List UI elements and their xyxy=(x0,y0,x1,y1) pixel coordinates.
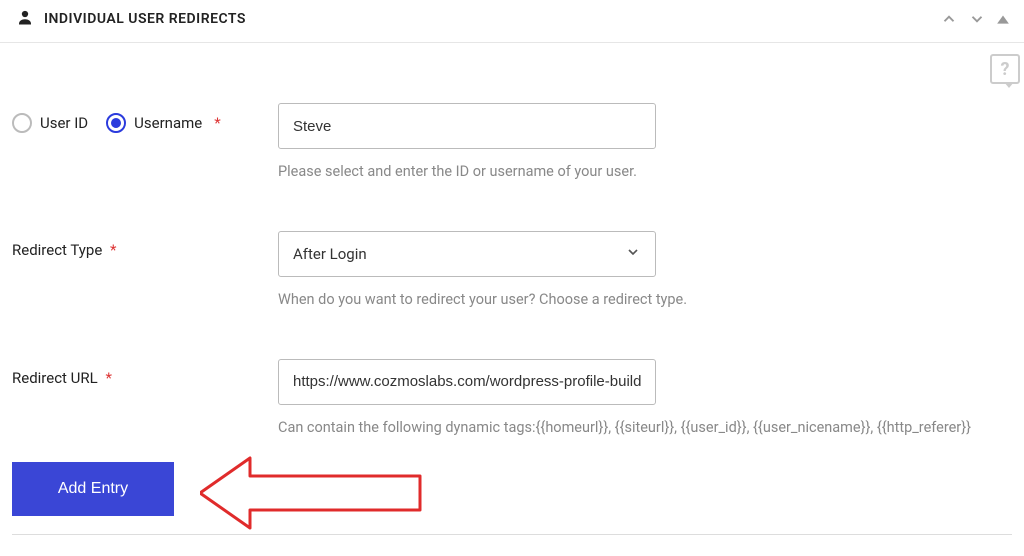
redirect-url-label: Redirect URL xyxy=(12,369,98,387)
panel-title: INDIVIDUAL USER REDIRECTS xyxy=(44,11,246,27)
panel-title-wrap: INDIVIDUAL USER REDIRECTS xyxy=(16,8,246,30)
redirect-type-label: Redirect Type xyxy=(12,241,102,259)
help-tooltip-button[interactable]: ? xyxy=(990,54,1020,84)
section-divider xyxy=(12,534,1012,535)
redirect-url-input[interactable] xyxy=(278,359,656,405)
panel-header: INDIVIDUAL USER REDIRECTS xyxy=(0,0,1024,43)
chevron-down-icon xyxy=(625,244,641,264)
identifier-input[interactable] xyxy=(278,103,656,149)
redirect-type-value: After Login xyxy=(293,245,367,263)
radio-username-label: Username xyxy=(134,114,202,132)
radio-icon xyxy=(106,113,126,133)
add-entry-button[interactable]: Add Entry xyxy=(12,462,174,516)
move-down-icon[interactable] xyxy=(966,8,988,30)
radio-user-id-label: User ID xyxy=(40,114,88,132)
required-asterisk: * xyxy=(214,114,220,132)
required-asterisk: * xyxy=(105,369,111,387)
question-icon: ? xyxy=(1001,59,1010,80)
move-up-icon[interactable] xyxy=(938,8,960,30)
panel-controls xyxy=(938,8,1012,30)
redirect-url-helper: Can contain the following dynamic tags:{… xyxy=(278,417,1012,439)
radio-icon xyxy=(12,113,32,133)
radio-username[interactable]: Username * xyxy=(106,113,221,133)
identifier-radio-group: User ID Username * xyxy=(12,103,278,133)
redirect-type-helper: When do you want to redirect your user? … xyxy=(278,289,1012,311)
collapse-toggle-icon[interactable] xyxy=(994,10,1012,28)
redirect-type-select[interactable]: After Login xyxy=(278,231,656,277)
identifier-helper: Please select and enter the ID or userna… xyxy=(278,161,1012,183)
required-asterisk: * xyxy=(110,241,116,259)
redirect-url-row: Redirect URL * Can contain the following… xyxy=(12,359,1012,439)
redirect-type-row: Redirect Type * After Login When do you … xyxy=(12,231,1012,311)
user-icon xyxy=(16,8,34,30)
radio-user-id[interactable]: User ID xyxy=(12,113,88,133)
form-area: User ID Username * Please select and ent… xyxy=(0,43,1024,516)
identifier-row: User ID Username * Please select and ent… xyxy=(12,103,1012,183)
